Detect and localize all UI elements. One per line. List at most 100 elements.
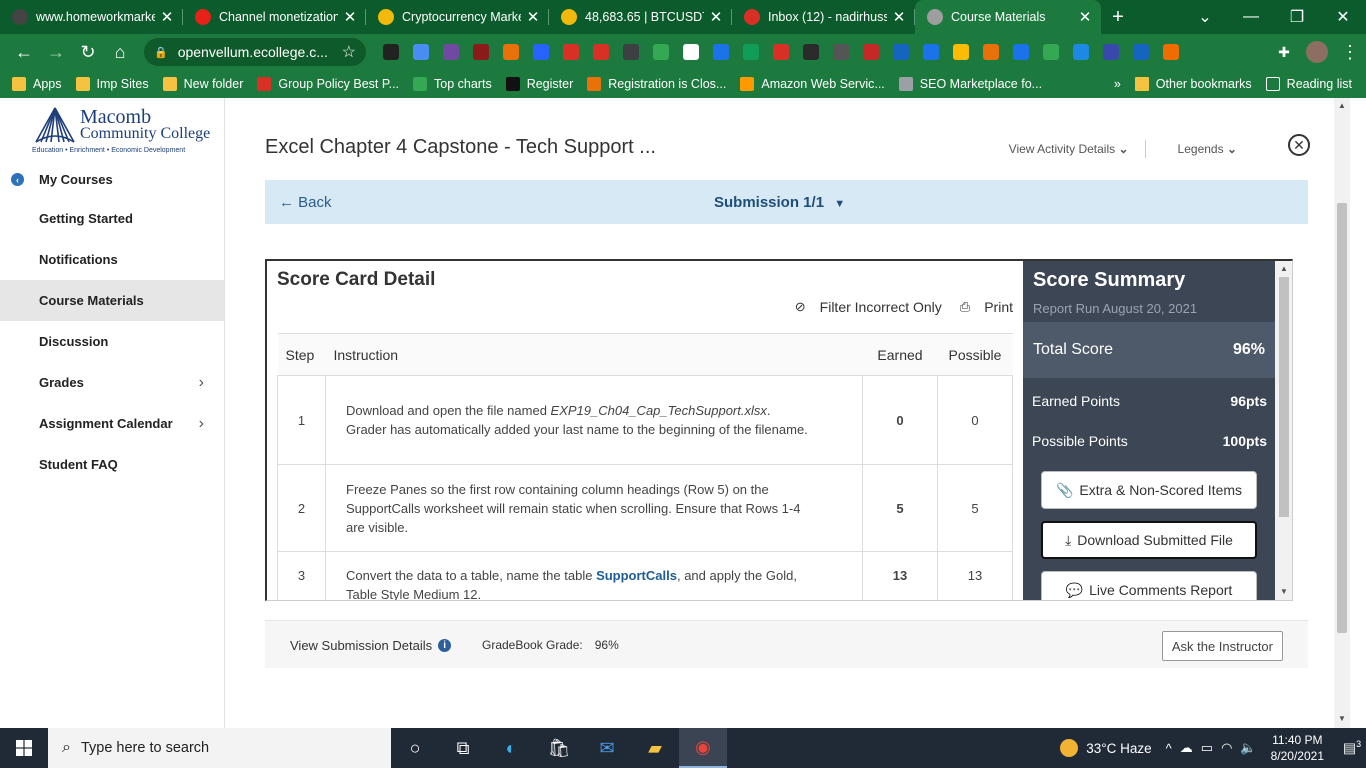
extension-icon[interactable]: [1103, 44, 1119, 60]
sidebar-item-student-faq[interactable]: Student FAQ: [0, 444, 224, 485]
extension-icon[interactable]: [683, 44, 699, 60]
bookmark-item[interactable]: Group Policy Best P...: [257, 77, 399, 91]
edge-icon[interactable]: ◐: [487, 728, 535, 768]
chrome-menu-icon[interactable]: ⋮: [1334, 36, 1366, 68]
back-link[interactable]: ← Back: [279, 194, 332, 211]
scroll-down-arrow-icon[interactable]: ▼: [1334, 714, 1350, 723]
panel-scroll-thumb[interactable]: [1279, 277, 1289, 517]
bookmark-item[interactable]: SEO Marketplace fo...: [898, 77, 1042, 91]
back-arrow-icon[interactable]: ←: [8, 36, 40, 68]
battery-icon[interactable]: ▭: [1201, 740, 1213, 756]
volume-icon[interactable]: 🔈: [1240, 740, 1256, 756]
scroll-up-arrow-icon[interactable]: ▲: [1334, 101, 1350, 110]
browser-tab[interactable]: Inbox (12) - nadirhuss ✕: [732, 0, 915, 34]
sidebar-item-notifications[interactable]: Notifications: [0, 239, 224, 280]
submission-selector[interactable]: Submission 1/1 ▼: [714, 194, 845, 211]
print-button[interactable]: ⎙ Print: [960, 299, 1013, 315]
notification-center-icon[interactable]: ▤3: [1338, 739, 1366, 757]
college-logo[interactable]: Macomb Community College Education • Enr…: [0, 98, 224, 161]
extension-icon[interactable]: [623, 44, 639, 60]
extension-icon[interactable]: [863, 44, 879, 60]
reload-icon[interactable]: ↻: [72, 36, 104, 68]
info-icon[interactable]: i: [438, 639, 452, 652]
address-bar[interactable]: 🔒 openvellum.ecollege.c... ☆: [144, 38, 366, 66]
extension-icon[interactable]: [713, 44, 729, 60]
windows-start-icon[interactable]: [0, 728, 48, 768]
home-icon[interactable]: ⌂: [104, 36, 136, 68]
page-scrollbar[interactable]: ▲ ▼: [1334, 98, 1350, 728]
sidebar-item-grades[interactable]: Grades ›: [0, 362, 224, 403]
extensions-puzzle-icon[interactable]: ✚: [1268, 36, 1300, 68]
close-tab-icon[interactable]: ✕: [708, 8, 724, 26]
system-clock[interactable]: 11:40 PM 8/20/2021: [1271, 732, 1324, 764]
bookmarks-overflow-button[interactable]: »: [1114, 77, 1121, 91]
close-tab-icon[interactable]: ✕: [525, 8, 541, 26]
new-tab-button[interactable]: +: [1101, 0, 1135, 34]
extension-icon[interactable]: [833, 44, 849, 60]
extension-icon[interactable]: [953, 44, 969, 60]
extension-icon[interactable]: [413, 44, 429, 60]
extension-icon[interactable]: [1043, 44, 1059, 60]
sidebar-item-course-materials[interactable]: Course Materials: [0, 280, 224, 321]
taskbar-search-input[interactable]: ⌕ Type here to search: [48, 728, 391, 768]
extension-icon[interactable]: [1133, 44, 1149, 60]
bookmark-star-icon[interactable]: ☆: [342, 42, 356, 62]
chrome-taskbar-icon[interactable]: ◉: [679, 728, 727, 768]
ask-instructor-button[interactable]: Ask the Instructor: [1161, 631, 1283, 661]
live-comments-report-button[interactable]: 💬 Live Comments Report: [1041, 571, 1257, 600]
task-view-icon[interactable]: ⧉: [439, 728, 487, 768]
bookmark-item[interactable]: Amazon Web Servic...: [740, 77, 885, 91]
extension-icon[interactable]: [383, 44, 399, 60]
extension-icon[interactable]: [593, 44, 609, 60]
bookmark-item[interactable]: Register: [505, 77, 573, 91]
extension-icon[interactable]: [893, 44, 909, 60]
extension-icon[interactable]: [503, 44, 519, 60]
browser-tab[interactable]: Channel monetization ✕: [183, 0, 366, 34]
sidebar-item-getting-started[interactable]: Getting Started: [0, 198, 224, 239]
extension-icon[interactable]: [803, 44, 819, 60]
extension-icon[interactable]: [443, 44, 459, 60]
store-icon[interactable]: 🛍: [535, 728, 583, 768]
extension-icon[interactable]: [653, 44, 669, 60]
forward-arrow-icon[interactable]: →: [40, 36, 72, 68]
tab-search-icon[interactable]: ⌄: [1182, 7, 1228, 27]
close-tab-icon[interactable]: ✕: [891, 8, 907, 26]
extension-icon[interactable]: [1073, 44, 1089, 60]
scroll-up-arrow-icon[interactable]: ▲: [1275, 264, 1292, 273]
view-submission-details-link[interactable]: View Submission Details i: [290, 638, 452, 653]
browser-tab[interactable]: Cryptocurrency Marke ✕: [366, 0, 549, 34]
network-icon[interactable]: ☁: [1180, 740, 1193, 756]
close-tab-icon[interactable]: ✕: [342, 8, 358, 26]
sidebar-item-my-courses[interactable]: ‹ My Courses: [0, 161, 224, 198]
sidebar-item-assignment-calendar[interactable]: Assignment Calendar ›: [0, 403, 224, 444]
bookmark-item[interactable]: New folder: [162, 77, 243, 91]
show-hidden-icons-chevron[interactable]: ^: [1166, 741, 1172, 756]
extension-icon[interactable]: [1013, 44, 1029, 60]
extension-icon[interactable]: [1163, 44, 1179, 60]
page-scroll-thumb[interactable]: [1337, 203, 1347, 633]
filter-incorrect-button[interactable]: ⊘ Filter Incorrect Only: [795, 299, 942, 315]
extension-icon[interactable]: [533, 44, 549, 60]
bookmark-item[interactable]: Imp Sites: [75, 77, 149, 91]
bookmark-item[interactable]: Top charts: [413, 77, 492, 91]
restore-button[interactable]: ❐: [1274, 7, 1320, 27]
close-activity-icon[interactable]: ✕: [1288, 134, 1310, 156]
reading-list[interactable]: Reading list: [1265, 77, 1352, 91]
scroll-down-arrow-icon[interactable]: ▼: [1275, 587, 1292, 596]
sidebar-item-discussion[interactable]: Discussion: [0, 321, 224, 362]
other-bookmarks[interactable]: Other bookmarks: [1134, 77, 1252, 91]
extension-icon[interactable]: [473, 44, 489, 60]
bookmark-item[interactable]: Apps: [12, 77, 62, 91]
file-explorer-icon[interactable]: ▰: [631, 728, 679, 768]
close-tab-icon[interactable]: ✕: [1077, 8, 1093, 26]
close-window-button[interactable]: ✕: [1320, 7, 1366, 27]
legends-button[interactable]: Legends ⌄: [1162, 142, 1237, 156]
weather-widget[interactable]: 33°C Haze: [1060, 739, 1152, 757]
mail-icon[interactable]: ✉: [583, 728, 631, 768]
extension-icon[interactable]: [743, 44, 759, 60]
close-tab-icon[interactable]: ✕: [159, 8, 175, 26]
download-submitted-file-button[interactable]: ⤓ Download Submitted File: [1041, 521, 1257, 559]
extension-icon[interactable]: [773, 44, 789, 60]
wifi-icon[interactable]: ◠: [1221, 740, 1232, 756]
browser-tab[interactable]: www.homeworkmarke ✕: [0, 0, 183, 34]
